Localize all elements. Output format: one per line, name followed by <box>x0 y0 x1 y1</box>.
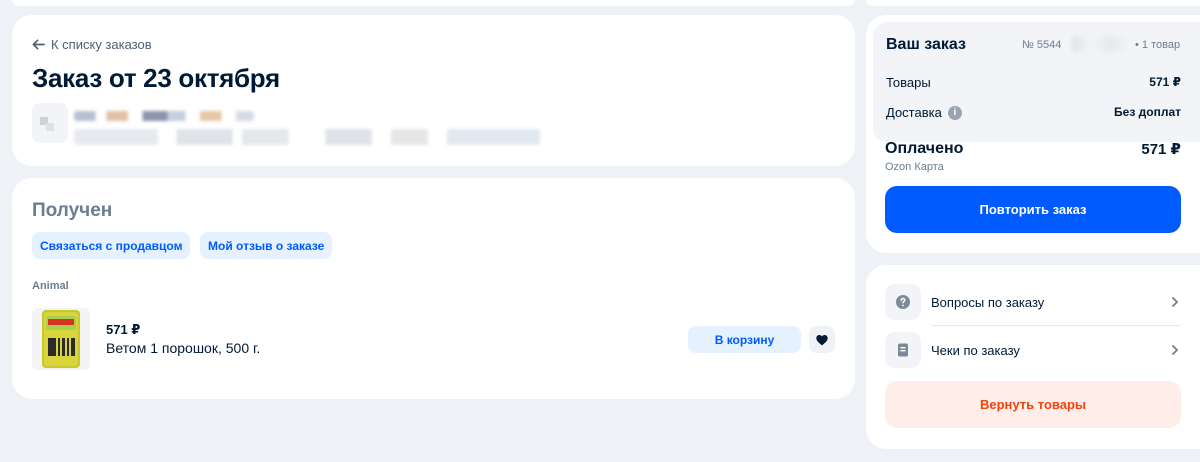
contact-seller-button[interactable]: Связаться с продавцом <box>32 232 191 259</box>
goods-label: Товары <box>886 75 931 90</box>
order-receipts-link[interactable]: Чеки по заказу <box>885 332 1181 368</box>
order-links-card: Вопросы по заказу Чеки по заказу Вернуть… <box>866 265 1200 449</box>
page-title: Заказ от 23 октября <box>32 63 280 93</box>
delivery-value: Без доплат <box>1114 105 1181 119</box>
goods-value: 571 ₽ <box>1149 75 1181 89</box>
repeat-order-button[interactable]: Повторить заказ <box>885 186 1181 233</box>
product-price: 571 ₽ <box>106 322 141 337</box>
back-to-orders-link[interactable]: К списку заказов <box>32 37 152 52</box>
items-count: • 1 товар <box>1135 39 1181 51</box>
order-receipts-label: Чеки по заказу <box>931 342 1020 358</box>
heart-icon <box>816 334 828 345</box>
order-number: № 5544 <box>1022 39 1062 51</box>
redacted-address <box>74 111 254 121</box>
payment-method: Ozon Карта <box>885 161 944 173</box>
paid-value: 571 ₽ <box>1141 141 1181 158</box>
info-icon[interactable]: i <box>947 105 962 120</box>
redacted-order-number <box>1072 36 1130 52</box>
add-to-cart-button[interactable]: В корзину <box>688 326 801 353</box>
order-questions-link[interactable]: Вопросы по заказу <box>885 284 1181 320</box>
delivery-label: Доставка i <box>886 105 962 120</box>
seller-name[interactable]: Animal <box>32 280 69 292</box>
my-review-button[interactable]: Мой отзыв о заказе <box>200 232 333 259</box>
top-card-edge <box>12 0 855 6</box>
favorite-button[interactable] <box>809 326 835 353</box>
top-card-edge <box>866 0 1200 6</box>
product-package-image <box>42 310 80 368</box>
paid-label: Оплачено <box>885 140 964 157</box>
product-name[interactable]: Ветом 1 порошок, 500 г. <box>106 340 260 356</box>
divider <box>931 325 1181 326</box>
order-summary-card: Ваш заказ № 5544 • 1 товар Товары 571 ₽ … <box>866 15 1200 253</box>
summary-details: Ваш заказ № 5544 • 1 товар Товары 571 ₽ … <box>873 22 1200 142</box>
chevron-right-icon <box>1172 297 1178 307</box>
question-icon <box>885 284 921 320</box>
product-image[interactable] <box>32 308 90 370</box>
summary-title: Ваш заказ <box>886 36 966 53</box>
order-status: Получен <box>32 200 113 221</box>
order-questions-label: Вопросы по заказу <box>931 294 1045 310</box>
redacted-address <box>74 129 540 145</box>
location-icon <box>32 103 68 143</box>
return-items-button[interactable]: Вернуть товары <box>885 381 1181 428</box>
back-label: К списку заказов <box>51 37 152 52</box>
order-status-card: Получен Связаться с продавцом Мой отзыв … <box>12 178 855 399</box>
receipt-icon <box>885 332 921 368</box>
arrow-left-icon <box>32 39 45 50</box>
chevron-right-icon <box>1172 345 1178 355</box>
order-header-card: К списку заказов Заказ от 23 октября <box>12 15 855 166</box>
